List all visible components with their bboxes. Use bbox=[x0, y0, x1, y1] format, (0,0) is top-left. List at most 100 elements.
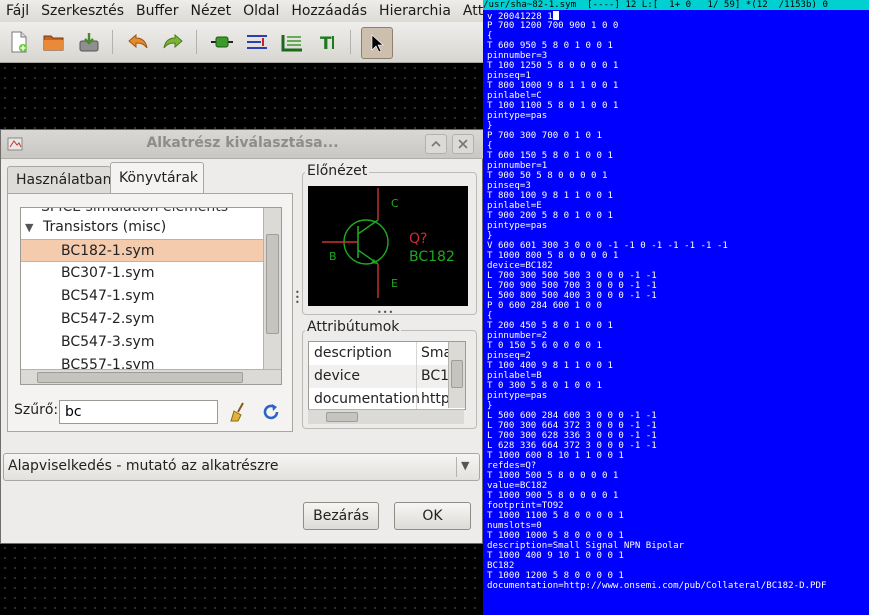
file-line[interactable]: L 700 300 500 500 3 0 0 0 -1 -1 bbox=[487, 271, 867, 281]
menu-hierarchy[interactable]: Hierarchia bbox=[373, 3, 457, 19]
file-line[interactable]: T 600 950 5 8 0 1 0 0 1 bbox=[487, 41, 867, 51]
file-line[interactable]: pinnumber=1 bbox=[487, 161, 867, 171]
chevron-down-icon[interactable]: ▼ bbox=[461, 459, 469, 472]
file-line[interactable]: { bbox=[487, 141, 867, 151]
attributes-vertical-scrollbar[interactable] bbox=[448, 342, 465, 408]
file-line[interactable]: T 1000 400 9 10 1 0 0 0 1 bbox=[487, 551, 867, 561]
menu-add[interactable]: Hozzáadás bbox=[285, 3, 373, 19]
file-line[interactable]: L 700 900 500 700 3 0 0 0 -1 -1 bbox=[487, 281, 867, 291]
refresh-icon[interactable] bbox=[260, 401, 282, 423]
tree-item-bc182[interactable]: BC182-1.sym bbox=[21, 239, 263, 262]
tab-libraries[interactable]: Könyvtárak bbox=[110, 162, 204, 193]
file-line[interactable]: device=BC182 bbox=[487, 261, 867, 271]
file-line[interactable]: description=Small Signal NPN Bipolar bbox=[487, 541, 867, 551]
tree-vertical-scrollbar[interactable] bbox=[263, 208, 281, 369]
menu-attributes[interactable]: Attri bbox=[457, 3, 483, 19]
file-line[interactable]: pintype=pas bbox=[487, 221, 867, 231]
scrollbar-thumb[interactable] bbox=[266, 234, 279, 334]
file-line[interactable]: v 20041228 1 bbox=[487, 11, 867, 22]
tree-group-transistors[interactable]: ▼ Transistors (misc) bbox=[21, 216, 267, 239]
undo-icon[interactable] bbox=[124, 28, 152, 56]
file-line[interactable]: P 700 1200 700 900 1 0 0 bbox=[487, 21, 867, 31]
file-line[interactable]: T 800 1000 9 8 1 1 0 0 1 bbox=[487, 81, 867, 91]
file-line[interactable]: T 100 1100 5 8 0 1 0 0 1 bbox=[487, 101, 867, 111]
file-line[interactable]: T 800 100 9 8 1 1 0 0 1 bbox=[487, 191, 867, 201]
file-line[interactable]: T 900 50 5 8 0 0 0 0 1 bbox=[487, 171, 867, 181]
tree-item[interactable]: BC307-1.sym bbox=[21, 262, 281, 285]
file-line[interactable]: { bbox=[487, 311, 867, 321]
file-line[interactable]: T 100 400 9 8 1 1 0 0 1 bbox=[487, 361, 867, 371]
scrollbar-thumb[interactable] bbox=[37, 372, 243, 383]
file-line[interactable]: L 500 600 284 600 3 0 0 0 -1 -1 bbox=[487, 411, 867, 421]
file-line[interactable]: V 600 601 300 3 0 0 0 -1 -1 0 -1 -1 -1 -… bbox=[487, 241, 867, 251]
pane-resize-handle[interactable]: ••• bbox=[295, 289, 300, 307]
file-line[interactable]: T 0 300 5 8 0 1 0 0 1 bbox=[487, 381, 867, 391]
tree-item[interactable]: BC547-2.sym bbox=[21, 308, 281, 331]
attributes-table[interactable]: description Sma device BC18 documentatio… bbox=[308, 341, 466, 410]
pane-resize-handle[interactable]: ••• bbox=[377, 309, 397, 317]
scrollbar-thumb[interactable] bbox=[451, 360, 463, 388]
file-line[interactable]: pintype=pas bbox=[487, 391, 867, 401]
open-folder-icon[interactable] bbox=[40, 28, 68, 56]
file-line[interactable]: L 700 300 628 336 3 0 0 0 -1 -1 bbox=[487, 431, 867, 441]
scrollbar-thumb[interactable] bbox=[326, 412, 358, 422]
file-line[interactable]: T 1000 1000 5 8 0 0 0 0 1 bbox=[487, 531, 867, 541]
add-component-icon[interactable] bbox=[208, 28, 236, 56]
attributes-horizontal-scrollbar[interactable] bbox=[308, 409, 464, 424]
file-line[interactable]: pinnumber=2 bbox=[487, 331, 867, 341]
filter-input[interactable] bbox=[59, 400, 218, 424]
select-pointer-icon[interactable] bbox=[361, 27, 393, 59]
file-line[interactable]: footprint=TO92 bbox=[487, 501, 867, 511]
tree-item[interactable]: BC547-1.sym bbox=[21, 285, 281, 308]
file-line[interactable]: T 1000 1100 5 8 0 0 0 0 1 bbox=[487, 511, 867, 521]
file-line[interactable]: BC182 bbox=[487, 561, 867, 571]
file-line[interactable]: documentation=http://www.onsemi.com/pub/… bbox=[487, 581, 867, 591]
ok-button[interactable]: OK bbox=[394, 502, 471, 530]
menu-view[interactable]: Nézet bbox=[185, 3, 238, 19]
file-line[interactable]: refdes=Q? bbox=[487, 461, 867, 471]
file-line[interactable]: pintype=pas bbox=[487, 111, 867, 121]
menu-page[interactable]: Oldal bbox=[237, 3, 285, 19]
file-line[interactable]: P 0 600 284 600 1 0 0 bbox=[487, 301, 867, 311]
file-line[interactable]: T 1000 1200 5 8 0 0 0 0 1 bbox=[487, 571, 867, 581]
file-line[interactable]: pinlabel=C bbox=[487, 91, 867, 101]
expander-down-icon[interactable]: ▼ bbox=[25, 216, 39, 239]
add-net-icon[interactable] bbox=[243, 28, 271, 56]
file-line[interactable]: T 1000 500 5 8 0 0 0 0 1 bbox=[487, 471, 867, 481]
file-line[interactable]: T 900 200 5 8 0 1 0 0 1 bbox=[487, 211, 867, 221]
table-row[interactable]: description Sma bbox=[309, 342, 465, 365]
file-line[interactable]: { bbox=[487, 31, 867, 41]
table-row[interactable]: device BC18 bbox=[309, 365, 465, 388]
clear-filter-broom-icon[interactable] bbox=[228, 401, 250, 423]
file-line[interactable]: pinseq=1 bbox=[487, 71, 867, 81]
file-line[interactable]: pinnumber=3 bbox=[487, 51, 867, 61]
tab-in-use[interactable]: Használatban bbox=[7, 166, 112, 193]
menu-file[interactable]: Fájl bbox=[0, 3, 35, 19]
placement-mode-select[interactable]: Alapviselkedés - mutató az alkatrészre ▼ bbox=[3, 453, 480, 481]
file-line[interactable]: L 500 800 500 400 3 0 0 0 -1 -1 bbox=[487, 291, 867, 301]
file-line[interactable]: pinlabel=E bbox=[487, 201, 867, 211]
file-line[interactable]: T 0 150 5 6 0 0 0 0 1 bbox=[487, 341, 867, 351]
file-line[interactable]: T 1000 600 8 10 1 1 0 0 1 bbox=[487, 451, 867, 461]
file-line[interactable]: L 628 336 664 372 3 0 0 0 -1 -1 bbox=[487, 441, 867, 451]
file-line[interactable]: } bbox=[487, 121, 867, 131]
library-tree[interactable]: SPICE simulation elements ▼ Transistors (… bbox=[20, 207, 282, 385]
add-text-icon[interactable]: T bbox=[314, 28, 342, 56]
add-bus-icon[interactable] bbox=[278, 28, 306, 56]
redo-icon[interactable] bbox=[159, 28, 187, 56]
tree-horizontal-scrollbar[interactable] bbox=[21, 369, 281, 384]
menu-edit[interactable]: Szerkesztés bbox=[35, 3, 130, 19]
file-content[interactable]: v 20041228 1P 700 1200 700 900 1 0 0{T 6… bbox=[487, 11, 867, 591]
file-line[interactable]: T 1000 800 5 8 0 0 0 0 1 bbox=[487, 251, 867, 261]
file-line[interactable]: T 100 1250 5 8 0 0 0 0 1 bbox=[487, 61, 867, 71]
save-icon[interactable] bbox=[75, 28, 103, 56]
file-line[interactable]: value=BC182 bbox=[487, 481, 867, 491]
tree-item[interactable]: BC547-3.sym bbox=[21, 331, 281, 354]
file-line[interactable]: pinseq=3 bbox=[487, 181, 867, 191]
close-button[interactable]: Bezárás bbox=[303, 502, 379, 530]
file-line[interactable]: P 700 300 700 0 1 0 1 bbox=[487, 131, 867, 141]
file-line[interactable]: T 200 450 5 8 0 1 0 0 1 bbox=[487, 321, 867, 331]
symbol-text-editor[interactable]: /usr/sha~82-1.sym [----] 12 L:[ 1+ 0 1/ … bbox=[483, 0, 869, 615]
table-row[interactable]: documentation http: bbox=[309, 388, 465, 409]
menu-buffer[interactable]: Buffer bbox=[130, 3, 185, 19]
